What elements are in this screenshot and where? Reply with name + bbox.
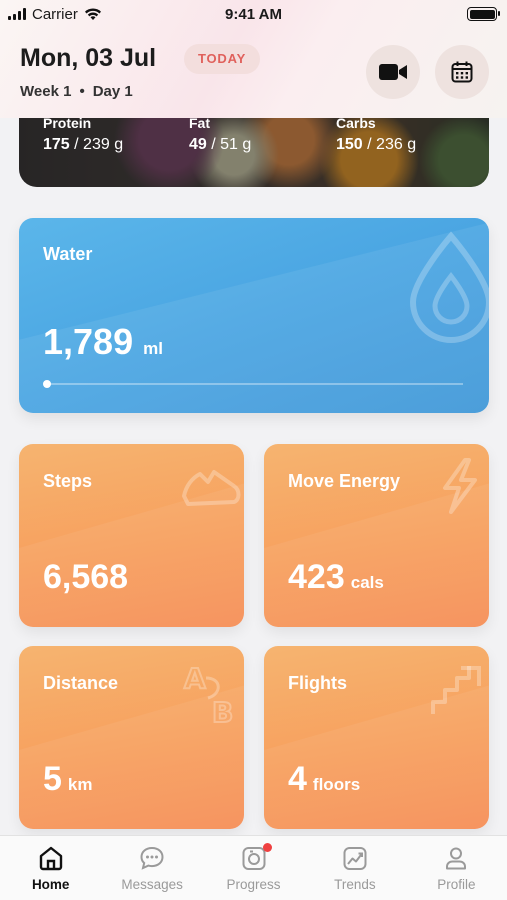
tab-messages[interactable]: Messages — [101, 836, 202, 900]
macro-value: 49 — [189, 136, 207, 153]
water-amount: 1,789 — [43, 321, 134, 362]
person-icon — [446, 847, 467, 870]
lightning-icon — [443, 458, 477, 514]
week-label: Week 1 — [20, 83, 72, 100]
svg-text:B: B — [212, 696, 233, 728]
distance-number: 5 — [43, 760, 62, 798]
shoe-icon — [182, 470, 241, 506]
macro-value: 150 — [336, 136, 363, 153]
today-badge[interactable]: TODAY — [184, 44, 261, 74]
calendar-icon — [451, 61, 473, 83]
tab-profile[interactable]: Profile — [406, 836, 507, 900]
macro-goal: / 51 g — [211, 136, 252, 153]
macro-protein: Protein 175 / 239 g — [43, 115, 123, 154]
svg-text:A: A — [184, 662, 206, 695]
distance-value: 5 km — [43, 760, 93, 799]
steps-card[interactable]: Steps 6,568 — [19, 444, 244, 627]
move-energy-number: 423 — [288, 558, 345, 596]
flights-unit: floors — [312, 775, 361, 794]
status-time: 9:41 AM — [225, 5, 282, 23]
video-camera-icon — [379, 64, 407, 80]
notification-dot — [262, 843, 272, 852]
macro-fat: Fat 49 / 51 g — [189, 115, 251, 154]
video-button[interactable] — [366, 45, 420, 99]
macro-carbs: Carbs 150 / 236 g — [336, 115, 416, 154]
steps-number: 6,568 — [43, 558, 129, 596]
move-energy-value: 423 cals — [288, 558, 384, 597]
steps-value: 6,568 — [43, 558, 134, 597]
water-value: 1,789 ml — [43, 321, 163, 363]
week-day-line: Week 1 • Day 1 — [20, 83, 133, 100]
macro-goal: / 236 g — [367, 136, 417, 153]
flights-number: 4 — [288, 760, 307, 798]
distance-card[interactable]: A B Distance 5 km — [19, 646, 244, 829]
tab-trends[interactable]: Trends — [304, 836, 405, 900]
steps-title: Steps — [43, 471, 93, 491]
tab-progress[interactable]: Progress — [203, 836, 304, 900]
macro-value: 175 — [43, 136, 70, 153]
home-icon — [39, 846, 62, 871]
water-drop-icon — [409, 231, 489, 343]
status-bar: Carrier 9:41 AM — [0, 0, 507, 28]
macro-goal: / 239 g — [74, 136, 124, 153]
water-unit: ml — [143, 339, 163, 358]
flights-card[interactable]: Flights 4 floors — [264, 646, 489, 829]
stairs-icon — [431, 666, 481, 714]
tab-label: Messages — [121, 877, 183, 892]
move-energy-title: Move Energy — [288, 471, 401, 491]
tab-label: Profile — [437, 877, 476, 892]
trend-chart-icon — [343, 847, 367, 870]
distance-unit: km — [67, 775, 93, 794]
tab-home[interactable]: Home — [0, 836, 101, 900]
date-title: Mon, 03 Jul — [20, 44, 157, 72]
battery-icon — [467, 7, 500, 21]
flights-title: Flights — [288, 673, 347, 693]
tab-label: Progress — [226, 877, 281, 892]
move-energy-card[interactable]: Move Energy 423 cals — [264, 444, 489, 627]
separator-dot: • — [79, 83, 85, 100]
chat-icon — [140, 846, 164, 870]
water-progress-handle — [43, 380, 51, 388]
move-energy-unit: cals — [350, 573, 384, 592]
tab-label: Home — [31, 877, 70, 892]
water-card[interactable]: Water 1,789 ml — [19, 218, 489, 413]
flights-value: 4 floors — [288, 760, 360, 799]
tab-label: Trends — [334, 877, 376, 892]
day-label: Day 1 — [92, 83, 133, 100]
tab-bar: Home Messages Progress Trends Profile — [0, 835, 507, 900]
water-title: Water — [43, 244, 93, 264]
distance-title: Distance — [43, 673, 119, 693]
a-to-b-icon: A B — [183, 661, 234, 728]
calendar-button[interactable] — [435, 45, 489, 99]
water-progress-track — [47, 383, 463, 385]
